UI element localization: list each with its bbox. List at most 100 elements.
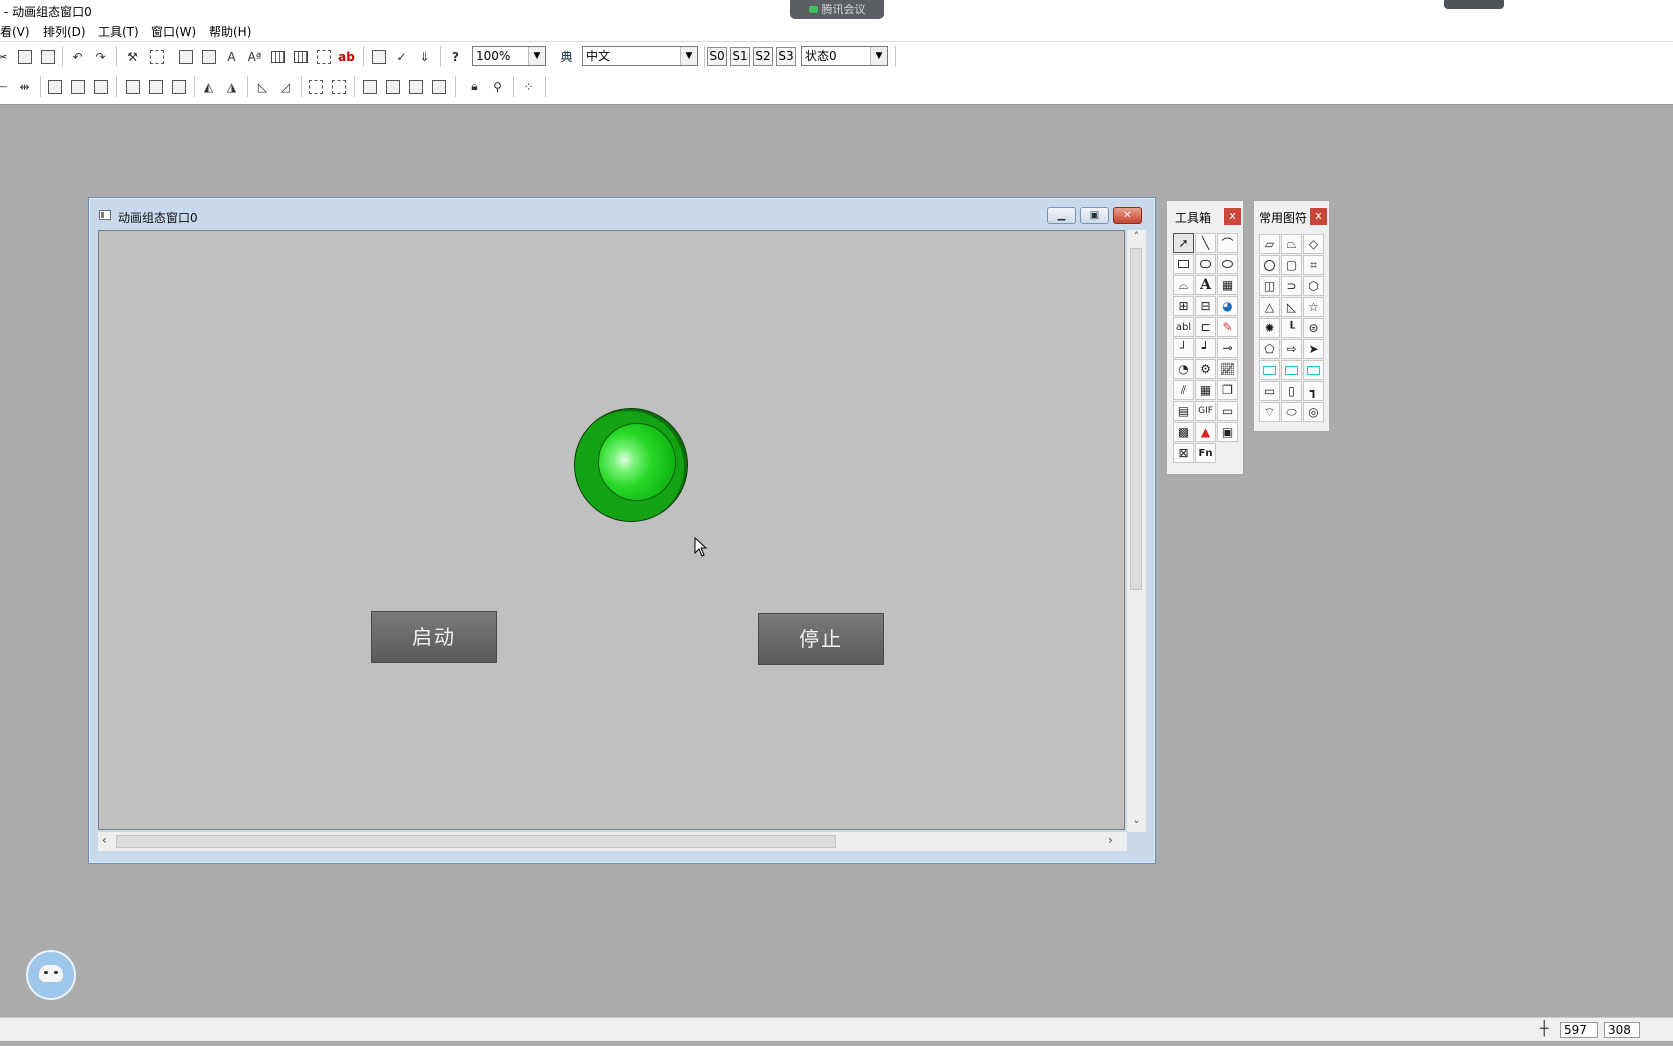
arrow-right-icon[interactable]: ⇨ xyxy=(1281,339,1302,359)
space-h-icon[interactable]: ⇹ xyxy=(14,76,35,97)
list-icon[interactable] xyxy=(290,46,311,67)
trapezoid-icon[interactable]: ⏢ xyxy=(1281,234,1302,254)
scroll-down-icon[interactable]: ˅ xyxy=(1127,819,1146,832)
insert-element-icon[interactable]: ⊟ xyxy=(1195,296,1216,316)
hexagon-icon[interactable]: ⬡ xyxy=(1303,276,1324,296)
star-icon[interactable]: ☆ xyxy=(1303,297,1324,317)
polygon-tool-icon[interactable]: ⌓ xyxy=(1173,275,1194,295)
font-icon[interactable]: A xyxy=(221,46,242,67)
alarm-light-icon[interactable]: ▲ xyxy=(1195,422,1216,442)
unlock-icon[interactable]: ⚲ xyxy=(487,76,508,97)
horizontal-scrollbar[interactable]: ‹ › xyxy=(98,832,1127,851)
grid-icon[interactable] xyxy=(313,46,334,67)
design-canvas[interactable]: 启动 停止 xyxy=(98,230,1125,830)
help-icon[interactable]: ? xyxy=(445,46,466,67)
rotate-left-icon[interactable]: ◺ xyxy=(252,76,273,97)
gauge-icon[interactable]: ◔ xyxy=(1173,359,1194,379)
octagon-icon[interactable] xyxy=(1259,255,1280,275)
trend-curve-icon[interactable]: 📈︎ xyxy=(1217,359,1238,379)
grid-dots-icon[interactable]: ⁘ xyxy=(518,76,539,97)
redo-icon[interactable]: ↷ xyxy=(90,46,111,67)
state-s3-button[interactable]: S3 xyxy=(776,47,796,66)
paste-icon[interactable] xyxy=(37,46,58,67)
scroll-left-icon[interactable]: ‹ xyxy=(102,833,107,847)
minimize-button[interactable]: ▁ xyxy=(1047,207,1076,224)
pipe-corner-icon[interactable]: ┘ xyxy=(1173,338,1194,358)
toolbox-close-button[interactable]: x xyxy=(1224,208,1241,225)
state-s2-button[interactable]: S2 xyxy=(753,47,773,66)
center-icon[interactable] xyxy=(44,76,65,97)
lock-icon[interactable]: 🔒︎ xyxy=(464,76,485,97)
font-size-icon[interactable]: Aª xyxy=(244,46,265,67)
properties-icon[interactable] xyxy=(368,46,389,67)
rounded-rect-tool-icon[interactable] xyxy=(1195,254,1216,274)
align-left-icon[interactable]: ⊢ xyxy=(0,76,13,97)
horizontal-scroll-thumb[interactable] xyxy=(116,835,836,848)
history-curve-icon[interactable]: ⫽ xyxy=(1173,380,1194,400)
rotate-right-icon[interactable]: ◿ xyxy=(275,76,296,97)
function-tool-icon[interactable]: Fn xyxy=(1195,443,1216,463)
flip-v-icon[interactable]: ◮ xyxy=(221,76,242,97)
frame-3d-3-icon[interactable] xyxy=(1303,360,1324,380)
group-icon[interactable] xyxy=(146,46,167,67)
tray-indicator[interactable] xyxy=(1444,0,1504,9)
check-icon[interactable]: ✓ xyxy=(391,46,412,67)
menu-tools[interactable]: 工具(T) xyxy=(98,23,139,40)
same-size-icon[interactable] xyxy=(168,76,189,97)
pipe-h-icon[interactable]: ▭ xyxy=(1259,381,1280,401)
cut-icon[interactable]: ✂ xyxy=(0,46,13,67)
send-back-icon[interactable] xyxy=(382,76,403,97)
stack-icon[interactable]: ❐ xyxy=(1217,380,1238,400)
table-icon[interactable]: ▦ xyxy=(1195,380,1216,400)
elbow-icon[interactable]: ┖ xyxy=(1281,318,1302,338)
animation-window[interactable]: 动画组态窗口0 ▁ ▣ ✕ 启动 停止 ˄ ˅ ‹ › xyxy=(88,197,1156,864)
vertical-scroll-thumb[interactable] xyxy=(1130,248,1142,590)
diamond-icon[interactable]: ◇ xyxy=(1303,234,1324,254)
gif-tool-icon[interactable]: GIF xyxy=(1195,401,1216,421)
pipe-corner-shape-icon[interactable]: ┓ xyxy=(1303,381,1324,401)
globe-tool-icon[interactable]: ◕ xyxy=(1217,296,1238,316)
gear-shape-icon[interactable]: ✹ xyxy=(1259,318,1280,338)
menu-arrange[interactable]: 排列(D) xyxy=(43,23,86,40)
meeting-indicator[interactable]: 腾讯会议 xyxy=(790,0,884,19)
close-button[interactable]: ✕ xyxy=(1113,207,1142,224)
pointer-tool-icon[interactable]: ➚ xyxy=(1173,233,1194,253)
zoom-select[interactable]: 100% ▼ xyxy=(472,46,546,66)
ellipse-tool-icon[interactable] xyxy=(1217,254,1238,274)
label-tool-icon[interactable]: abl xyxy=(1173,317,1194,337)
line-tool-icon[interactable]: ╲ xyxy=(1195,233,1216,253)
delay-shape-icon[interactable]: ⊃ xyxy=(1281,276,1302,296)
forward-icon[interactable] xyxy=(405,76,426,97)
triangle-icon[interactable]: △ xyxy=(1259,297,1280,317)
ring-icon[interactable]: ◎ xyxy=(1303,402,1324,422)
valve-icon[interactable]: ⊸ xyxy=(1217,338,1238,358)
scroll-up-icon[interactable]: ˄ xyxy=(1127,230,1146,243)
state-s0-button[interactable]: S0 xyxy=(707,47,727,66)
pipe-v-icon[interactable]: ▯ xyxy=(1281,381,1302,401)
scroll-right-icon[interactable]: › xyxy=(1108,833,1113,847)
backward-icon[interactable] xyxy=(428,76,449,97)
flow-tool-icon[interactable]: ✎ xyxy=(1217,317,1238,337)
ungroup-icon[interactable] xyxy=(328,76,349,97)
edit-icon[interactable] xyxy=(198,46,219,67)
stop-button[interactable]: 停止 xyxy=(758,613,884,665)
center-h-icon[interactable] xyxy=(90,76,111,97)
toolbox-header[interactable]: 工具箱 x xyxy=(1167,201,1243,227)
copy-icon[interactable] xyxy=(14,46,35,67)
menu-help[interactable]: 帮助(H) xyxy=(209,23,251,40)
shapes-palette-close-button[interactable]: x xyxy=(1310,208,1327,225)
frame-3d-1-icon[interactable] xyxy=(1259,360,1280,380)
frame-icon[interactable]: ⊠ xyxy=(1173,443,1194,463)
shapes-palette[interactable]: 常用图符 x ▱ ⏢ ◇ ▢ ⌗ ◫ ⊃ ⬡ △ ◺ ☆ ✹ ┖ ⊜ ⬠ ⇨ ➤… xyxy=(1253,200,1330,432)
right-triangle-icon[interactable]: ◺ xyxy=(1281,297,1302,317)
rectangle-tool-icon[interactable] xyxy=(1173,254,1194,274)
restore-button[interactable]: ▣ xyxy=(1080,207,1109,224)
animation-window-titlebar[interactable]: 动画组态窗口0 ▁ ▣ ✕ xyxy=(89,198,1155,228)
menu-view[interactable]: 看(V) xyxy=(0,23,30,40)
language-icon[interactable]: 典 xyxy=(556,46,577,67)
center-v-icon[interactable] xyxy=(67,76,88,97)
shapes-palette-header[interactable]: 常用图符 x xyxy=(1254,201,1329,227)
report-icon[interactable]: ▤ xyxy=(1173,401,1194,421)
abc-icon[interactable]: ab xyxy=(336,46,357,67)
tank-icon[interactable]: ⌔ xyxy=(1259,402,1280,422)
